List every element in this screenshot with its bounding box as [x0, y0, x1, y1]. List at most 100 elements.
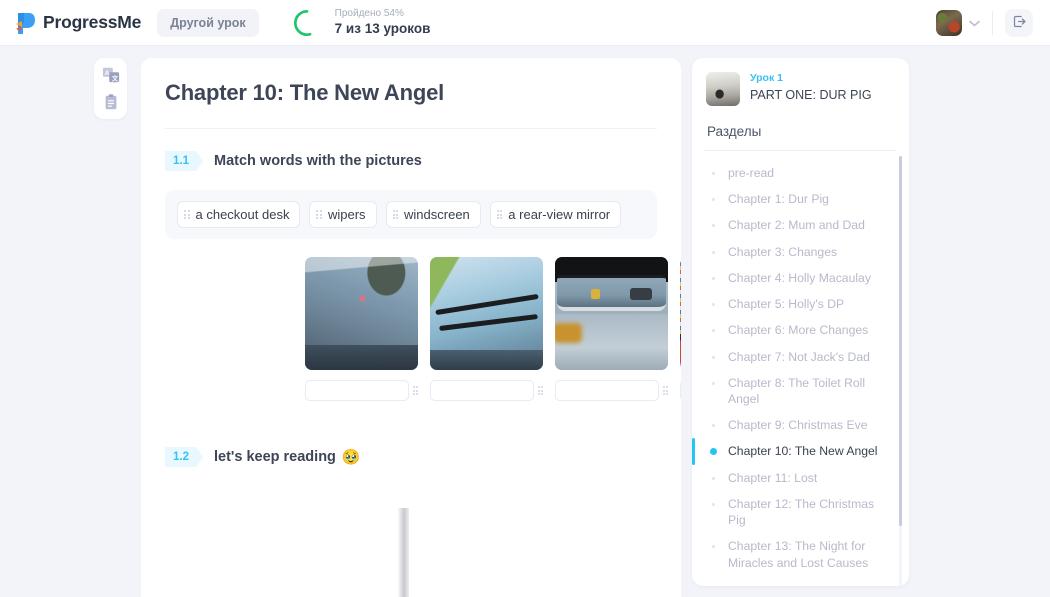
drag-handle-icon — [537, 386, 543, 395]
chapter-item-3[interactable]: Chapter 3: Changes — [706, 239, 889, 265]
logout-button[interactable] — [1005, 8, 1033, 37]
answer-dropzone[interactable] — [305, 380, 409, 401]
drag-handle-icon — [392, 210, 399, 219]
chapter-item-9[interactable]: Chapter 9: Christmas Eve — [706, 412, 889, 438]
picture-wipers — [430, 257, 543, 370]
chapter-item-pre-read[interactable]: pre-read — [706, 160, 889, 186]
chapter-label: Chapter 10: The New Angel — [728, 444, 878, 459]
word-chip[interactable]: a checkout desk — [177, 201, 301, 228]
section-number-badge: 1.2 — [165, 447, 203, 467]
avatar — [936, 9, 962, 36]
chapter-item-2[interactable]: Chapter 2: Mum and Dad — [706, 212, 889, 238]
bullet-icon — [712, 545, 715, 549]
section-header-1-2: 1.2 let's keep reading 🥹 — [165, 447, 681, 467]
tool-rail: A 文 — [94, 58, 127, 119]
chapter-item-6[interactable]: Chapter 6: More Changes — [706, 317, 889, 343]
lesson-header[interactable]: Урок 1 PART ONE: DUR PIG — [692, 58, 909, 106]
clipboard-icon[interactable] — [102, 93, 120, 111]
drag-handle-icon — [412, 386, 418, 395]
section-header-1-1: 1.1 Match words with the pictures — [165, 151, 681, 171]
chapter-label: Chapter 13: The Night for Miracles and L… — [728, 539, 869, 570]
user-menu[interactable] — [936, 9, 980, 36]
lesson-thumbnail — [706, 72, 740, 106]
answer-dropzone[interactable] — [555, 380, 659, 401]
chapter-label: Chapter 5: Holly's DP — [728, 297, 845, 312]
brand-logo[interactable]: ProgressMe — [14, 11, 141, 35]
page-title: Chapter 10: The New Angel — [165, 80, 445, 105]
loading-image-placeholder — [398, 508, 409, 597]
chapter-label: pre-read — [728, 166, 775, 180]
picture-checkout-desk — [680, 257, 681, 370]
section-number-badge: 1.1 — [165, 151, 203, 171]
picture-match-grid — [305, 257, 681, 401]
word-chip-label: a rear-view mirror — [508, 207, 611, 222]
brand-name: ProgressMe — [43, 12, 142, 32]
chapter-item-4[interactable]: Chapter 4: Holly Macaulay — [706, 265, 889, 291]
translate-icon[interactable]: A 文 — [102, 66, 120, 84]
bullet-icon — [712, 381, 715, 385]
picture-rear-view-mirror — [555, 257, 668, 370]
bullet-icon — [712, 276, 715, 280]
chapter-label: Chapter 1: Dur Pig — [728, 192, 829, 207]
chapter-label: Chapter 6: More Changes — [728, 323, 869, 338]
emoji-icon: 🥹 — [341, 449, 361, 466]
chapter-item-7[interactable]: Chapter 7: Not Jack's Dad — [706, 344, 889, 370]
svg-text:A: A — [104, 70, 109, 77]
bullet-icon — [712, 502, 715, 506]
chapter-item-1[interactable]: Chapter 1: Dur Pig — [706, 186, 889, 212]
chapter-label: Chapter 8: The Toilet Roll Angel — [728, 375, 866, 406]
lesson-name: PART ONE: DUR PIG — [750, 87, 872, 102]
drag-handle-icon — [496, 210, 503, 219]
chapter-item-8[interactable]: Chapter 8: The Toilet Roll Angel — [706, 370, 889, 412]
chapter-list: pre-read Chapter 1: Dur Pig Chapter 2: M… — [692, 156, 909, 576]
word-chip-label: a checkout desk — [195, 207, 290, 222]
chapter-label: Chapter 12: The Christmas Pig — [728, 496, 875, 528]
chapter-label: Chapter 9: Christmas Eve — [728, 418, 868, 433]
bullet-icon — [712, 198, 715, 202]
chapter-scroll-area: pre-read Chapter 1: Dur Pig Chapter 2: M… — [692, 156, 909, 586]
chapter-item-13[interactable]: Chapter 13: The Night for Miracles and L… — [706, 533, 889, 575]
picture-windscreen — [305, 257, 418, 370]
logout-icon — [1012, 14, 1027, 32]
header-divider — [992, 10, 993, 35]
bullet-icon — [712, 250, 715, 254]
sections-heading: Разделы — [707, 124, 762, 139]
picture-item — [305, 257, 418, 401]
drag-handle-icon — [184, 210, 190, 219]
chapter-label: Chapter 2: Mum and Dad — [728, 218, 865, 233]
picture-item — [680, 257, 681, 401]
sidebar-divider — [704, 150, 897, 151]
bullet-icon — [712, 224, 715, 228]
lesson-sidebar: Урок 1 PART ONE: DUR PIG Разделы pre-rea… — [692, 58, 909, 586]
progress-count-label: 7 из 13 уроков — [334, 21, 431, 37]
progress-percent-label: Пройдено 54% — [334, 7, 404, 19]
chapter-item-5[interactable]: Chapter 5: Holly's DP — [706, 291, 889, 317]
title-divider — [165, 128, 657, 129]
word-chip[interactable]: wipers — [309, 201, 377, 228]
word-chip[interactable]: a rear-view mirror — [489, 201, 622, 228]
chapter-label: Chapter 11: Lost — [728, 470, 818, 485]
chapter-label: Chapter 4: Holly Macaulay — [728, 270, 871, 285]
chapter-label: Chapter 3: Changes — [728, 244, 838, 259]
bullet-icon — [712, 172, 715, 175]
app-header: ProgressMe Другой урок Пройдено 54% 7 из… — [0, 0, 1050, 46]
answer-dropzone[interactable] — [430, 380, 534, 401]
word-chip-label: wipers — [327, 207, 366, 222]
lesson-progress: Пройдено 54% 7 из 13 уроков — [292, 7, 431, 38]
word-chip-label: windscreen — [404, 207, 470, 222]
progress-ring-icon — [292, 8, 322, 38]
lesson-number: Урок 1 — [750, 72, 783, 84]
chapter-item-10-active[interactable]: Chapter 10: The New Angel — [692, 438, 889, 465]
drag-handle-icon — [662, 386, 668, 395]
chevron-down-icon — [969, 14, 980, 32]
other-lesson-button[interactable]: Другой урок — [157, 8, 259, 37]
progressme-logo-icon — [14, 11, 36, 35]
chapter-item-12[interactable]: Chapter 12: The Christmas Pig — [706, 491, 889, 533]
picture-item — [430, 257, 543, 401]
section-title: Match words with the pictures — [214, 153, 422, 169]
word-chip[interactable]: windscreen — [385, 201, 481, 228]
answer-dropzone[interactable] — [680, 380, 681, 401]
scrollbar-thumb[interactable] — [899, 156, 902, 526]
lesson-content-card: Chapter 10: The New Angel 1.1 Match word… — [141, 58, 681, 597]
chapter-item-11[interactable]: Chapter 11: Lost — [706, 465, 889, 491]
